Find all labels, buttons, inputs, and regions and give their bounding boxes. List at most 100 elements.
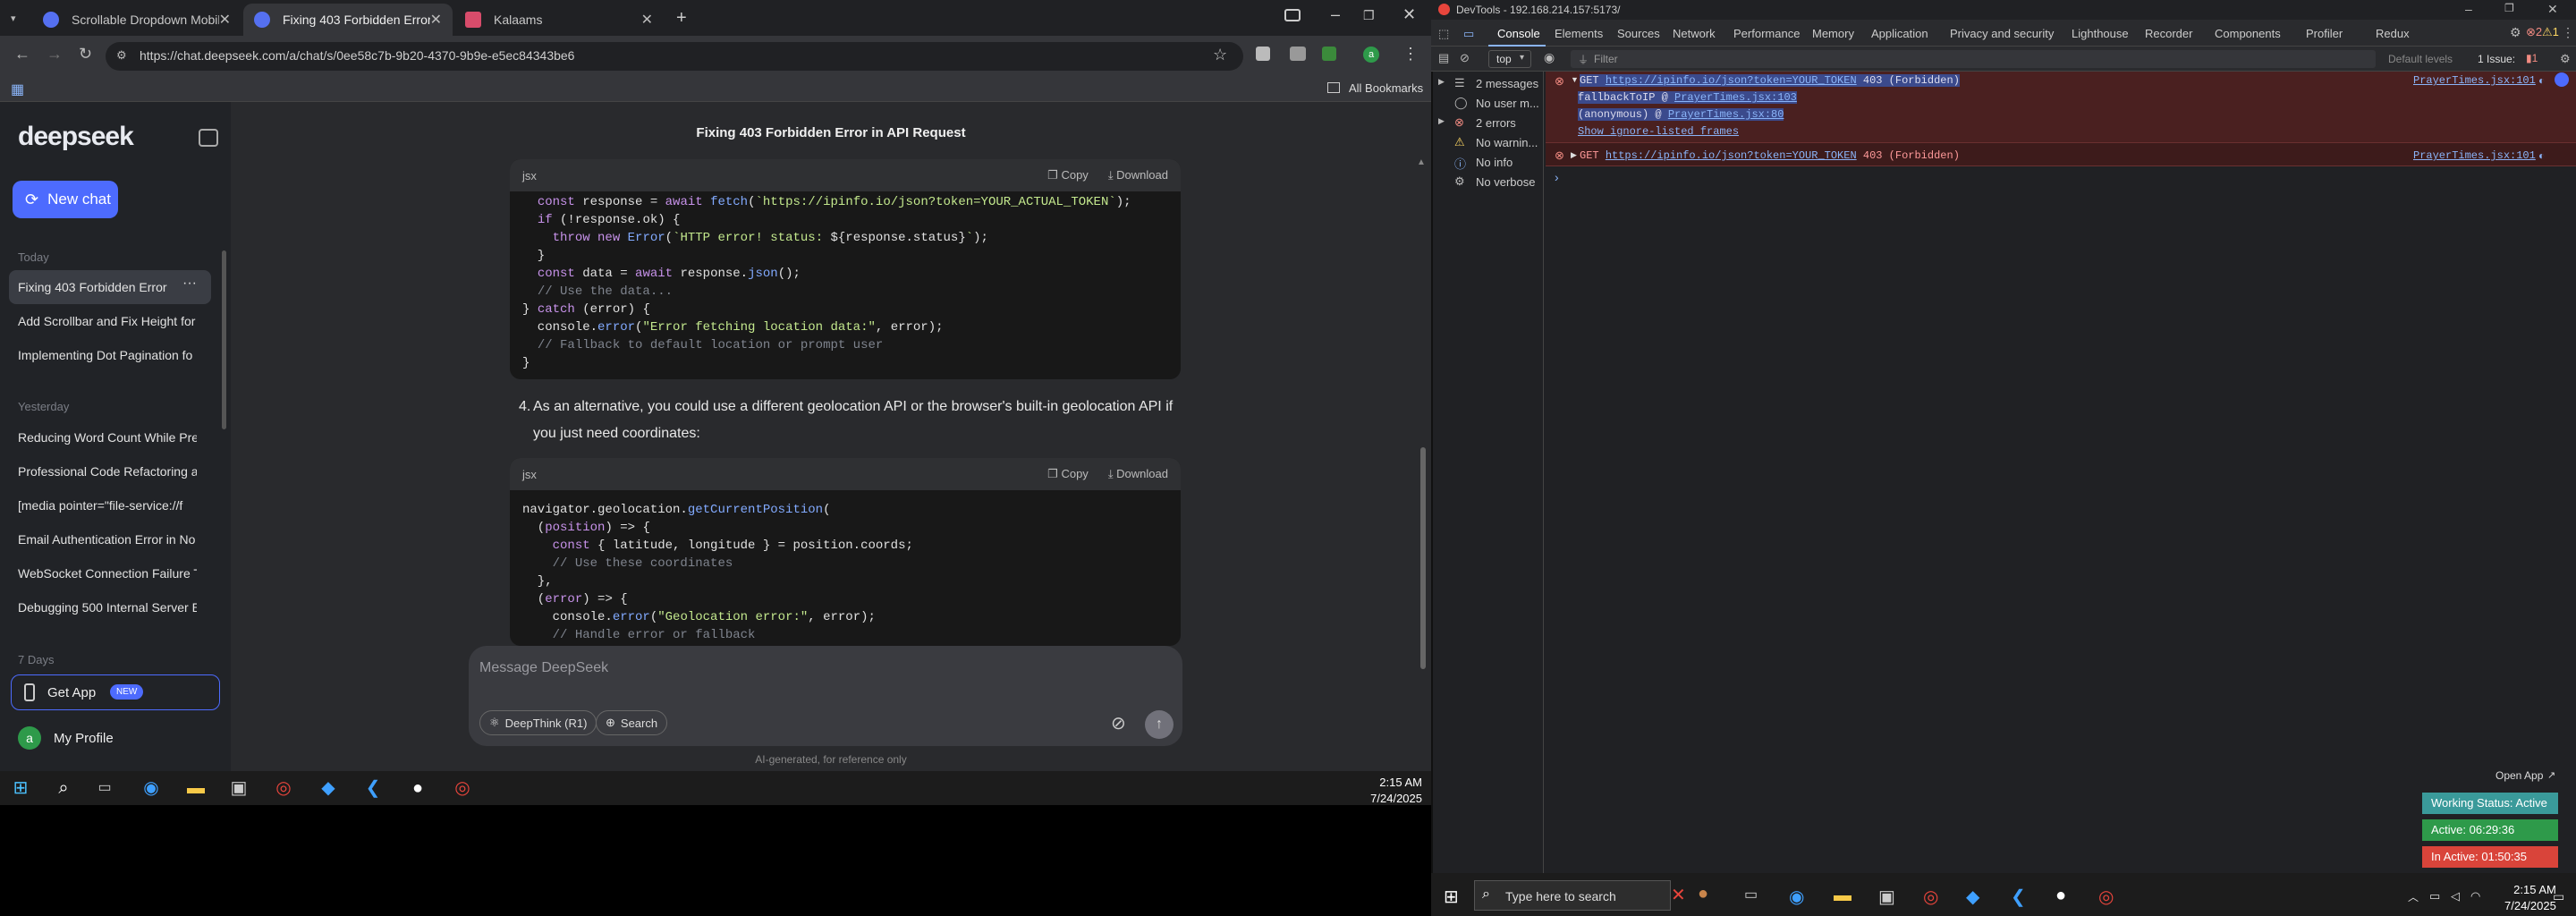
ai-insight-icon[interactable]: ◐ xyxy=(2538,149,2545,162)
history-item[interactable]: Reducing Word Count While Pre xyxy=(18,430,197,445)
app-icon[interactable]: ● xyxy=(406,776,429,800)
expand-arrow-icon[interactable]: ▶ xyxy=(1571,150,1577,160)
new-chat-button[interactable]: ⟳ New chat xyxy=(13,181,118,218)
taskbar-clock-right[interactable]: 2:15 AM 7/24/2025 xyxy=(2504,882,2556,914)
sidebar-scrollbar[interactable] xyxy=(222,250,226,429)
ai-insight-icon[interactable]: ◐ xyxy=(2538,74,2545,87)
inspect-element-icon[interactable]: ⬚ xyxy=(1438,27,1449,41)
expand-arrow-icon[interactable]: ▶ xyxy=(1438,116,1445,126)
eye-icon[interactable]: ◉ xyxy=(1544,50,1555,65)
extension-icon[interactable] xyxy=(1256,47,1270,61)
close-window-icon[interactable]: ✕ xyxy=(1402,5,1416,24)
all-bookmarks[interactable]: All Bookmarks xyxy=(1349,81,1423,95)
search-icon[interactable]: ⌕ xyxy=(52,776,75,800)
error1-source-link[interactable]: PrayerTimes.jsx:101 xyxy=(2413,74,2536,87)
sidebar-user-messages[interactable]: No user m... xyxy=(1476,97,1539,110)
maximize-icon[interactable]: ❐ xyxy=(1363,8,1375,23)
expand-arrow-icon[interactable]: ▶ xyxy=(1438,77,1445,87)
tab-scrollable-dropdown[interactable]: Scrollable Dropdown Mobile Fi ✕ xyxy=(32,4,242,36)
history-item[interactable]: Implementing Dot Pagination fo xyxy=(18,348,197,362)
history-item[interactable]: Fixing 403 Forbidden Error i xyxy=(18,280,168,294)
sidebar-warnings[interactable]: No warnin... xyxy=(1476,136,1538,149)
tab-fixing-403[interactable]: Fixing 403 Forbidden Error in Al ✕ xyxy=(243,4,453,36)
tab-sources[interactable]: Sources xyxy=(1617,27,1660,40)
task-view-icon[interactable]: ▭ xyxy=(93,776,116,800)
tab-elements[interactable]: Elements xyxy=(1555,27,1603,40)
error1-url[interactable]: https://ipinfo.io/json?token=YOUR_TOKEN xyxy=(1606,74,1857,87)
console-settings-icon[interactable]: ⚙ xyxy=(2560,52,2571,66)
attach-icon[interactable]: ⊘ xyxy=(1111,712,1126,734)
show-ignored-frames[interactable]: Show ignore-listed frames xyxy=(1578,125,1739,138)
app-icon[interactable]: ● xyxy=(2055,886,2066,906)
chrome-icon[interactable]: ◎ xyxy=(1923,886,1938,908)
url-text[interactable]: https://chat.deepseek.com/a/chat/s/0ee58… xyxy=(140,48,574,63)
tab-kalaams[interactable]: Kalaams ✕ xyxy=(454,4,664,36)
tab-profiler[interactable]: Profiler xyxy=(2306,27,2343,40)
download-button[interactable]: ⤓ Download xyxy=(1108,168,1168,182)
task-view-icon[interactable]: ▭ xyxy=(1744,886,1758,903)
chrome-icon[interactable]: ◎ xyxy=(451,776,474,800)
widget-icon[interactable]: ● xyxy=(1698,884,1708,904)
extension-icon[interactable] xyxy=(1322,47,1336,61)
copy-button[interactable]: ❐ Copy xyxy=(1047,467,1089,481)
tab-privacy[interactable]: Privacy and security xyxy=(1950,27,2054,40)
history-item[interactable]: Professional Code Refactoring a xyxy=(18,464,197,479)
explain-icon[interactable] xyxy=(2555,72,2569,87)
frame-src-link[interactable]: PrayerTimes.jsx:103 xyxy=(1674,91,1797,104)
close-window-icon[interactable]: ✕ xyxy=(2547,2,2558,17)
my-profile[interactable]: a My Profile xyxy=(18,726,114,750)
profile-window-icon[interactable] xyxy=(1284,9,1301,21)
news-widget-icon[interactable]: ✕ xyxy=(1671,884,1686,906)
download-button[interactable]: ⤓ Download xyxy=(1108,467,1168,481)
tab-recorder[interactable]: Recorder xyxy=(2145,27,2192,40)
more-options-icon[interactable]: ··· xyxy=(182,276,197,292)
close-tab-icon[interactable]: ✕ xyxy=(219,11,231,29)
app-icon[interactable]: ◆ xyxy=(1966,886,1979,908)
collapse-sidebar-icon[interactable] xyxy=(199,129,218,147)
site-info-icon[interactable]: ⚙ xyxy=(116,48,127,63)
vscode-icon[interactable]: ❮ xyxy=(361,776,385,800)
send-button[interactable]: ↑ xyxy=(1145,710,1174,739)
new-tab-icon[interactable]: + xyxy=(676,8,687,29)
taskbar-search-box[interactable]: ⌕ Type here to search xyxy=(1474,880,1671,911)
vscode-icon[interactable]: ❮ xyxy=(2011,886,2026,908)
history-item[interactable]: Add Scrollbar and Fix Height for xyxy=(18,314,197,328)
profile-avatar-icon[interactable]: a xyxy=(1363,47,1379,63)
minimize-icon[interactable]: – xyxy=(2465,2,2472,16)
sidebar-errors[interactable]: 2 errors xyxy=(1476,116,1516,130)
issues-label[interactable]: 1 Issue: xyxy=(2478,53,2515,65)
history-item[interactable]: [media pointer="file-service://f xyxy=(18,498,197,513)
tab-components[interactable]: Components xyxy=(2215,27,2281,40)
clear-console-icon[interactable]: ⊘ xyxy=(1460,51,1470,65)
open-app-link[interactable]: Open App xyxy=(2496,769,2543,782)
file-explorer-icon[interactable]: ▬ xyxy=(184,776,208,800)
taskbar-clock-left[interactable]: 2:15 AM 7/24/2025 xyxy=(1370,775,1422,807)
tab-network[interactable]: Network xyxy=(1673,27,1716,40)
chrome-icon[interactable]: ◎ xyxy=(2098,886,2114,908)
error-count-badge[interactable]: ⊗2 xyxy=(2526,25,2542,39)
more-options-icon[interactable]: ⋮ xyxy=(2562,25,2574,40)
sidebar-toggle-icon[interactable]: ▤ xyxy=(1438,51,1449,65)
tab-search-icon[interactable]: ▾ xyxy=(11,13,16,24)
bookmark-star-icon[interactable]: ☆ xyxy=(1213,46,1227,64)
wifi-icon[interactable]: ◠ xyxy=(2470,889,2480,903)
forward-icon[interactable]: → xyxy=(47,45,63,64)
tab-memory[interactable]: Memory xyxy=(1812,27,1854,40)
extension-icon[interactable] xyxy=(1290,47,1306,61)
menu-dots-icon[interactable]: ⋮ xyxy=(1402,45,1419,64)
reload-icon[interactable]: ↻ xyxy=(79,45,92,64)
chevron-up-icon[interactable]: ︿ xyxy=(2408,889,2419,904)
windows-start-icon[interactable]: ⊞ xyxy=(9,776,32,800)
tab-console[interactable]: Console xyxy=(1488,20,1546,47)
back-icon[interactable]: ← xyxy=(14,45,30,64)
tab-application[interactable]: Application xyxy=(1871,27,1928,40)
copy-button[interactable]: ❐ Copy xyxy=(1047,168,1089,182)
history-item[interactable]: Debugging 500 Internal Server E xyxy=(18,600,197,615)
minimize-icon[interactable]: – xyxy=(1331,5,1340,24)
history-item[interactable]: WebSocket Connection Failure Tr xyxy=(18,566,197,581)
console-prompt[interactable]: › xyxy=(1555,170,1559,184)
notification-icon[interactable]: ▭ xyxy=(2553,889,2564,904)
sidebar-info[interactable]: No info xyxy=(1476,156,1513,169)
main-scrollbar[interactable] xyxy=(1420,447,1426,669)
external-link-icon[interactable]: ↗ xyxy=(2547,769,2555,781)
